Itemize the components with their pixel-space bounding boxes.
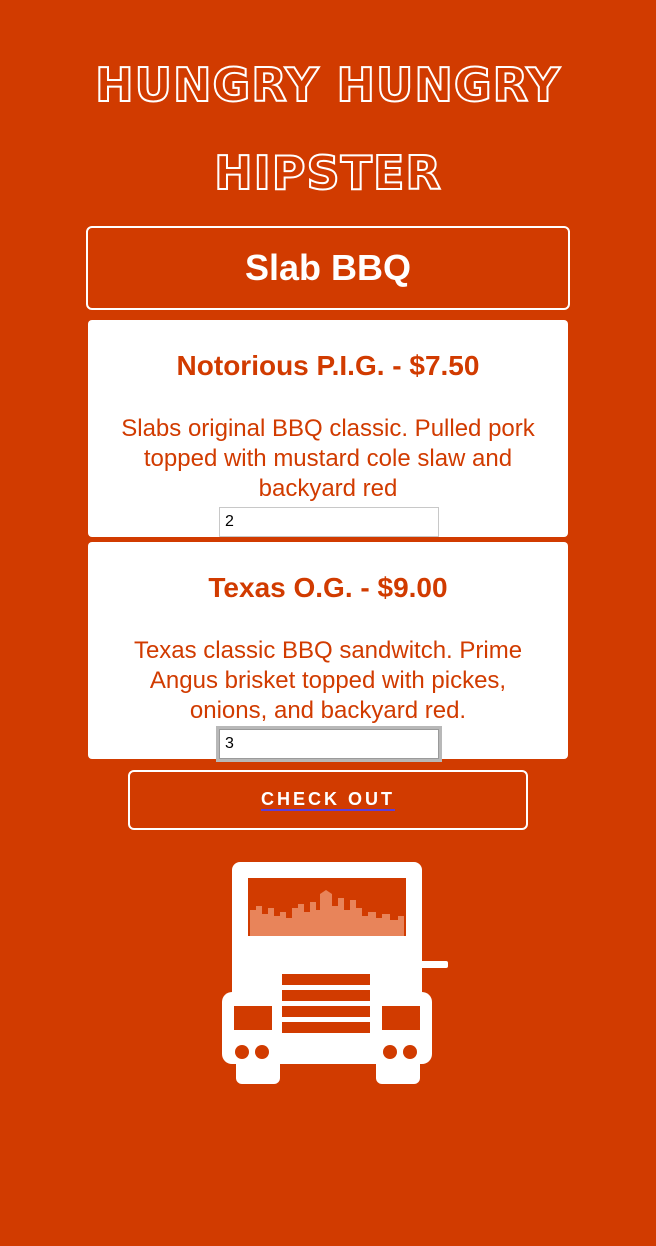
quantity-input[interactable] [219,729,439,759]
vendor-name: Slab BBQ [244,247,412,288]
menu-item-card: Notorious P.I.G. - $7.50 Slabs original … [88,320,568,537]
menu-item-heading: Texas O.G. - $9.00 [208,572,448,603]
site-title-line-1: HUNGRY HUNGRY [94,57,561,113]
menu-item-description: Slabs original BBQ classic. Pulled pork … [121,415,535,502]
checkout-button[interactable]: CHECK OUT [128,770,528,830]
food-truck-icon [220,860,450,1088]
site-title-line-2: HIPSTER [213,145,442,201]
quantity-input[interactable] [219,507,439,537]
menu-item-card: Texas O.G. - $9.00 Texas classic BBQ san… [88,542,568,759]
vendor-header: Slab BBQ [86,226,570,310]
menu-item-heading: Notorious P.I.G. - $7.50 [176,350,480,381]
menu-item-description: Texas classic BBQ sandwitch. Prime Angus… [133,637,523,724]
checkout-label: CHECK OUT [261,789,395,811]
